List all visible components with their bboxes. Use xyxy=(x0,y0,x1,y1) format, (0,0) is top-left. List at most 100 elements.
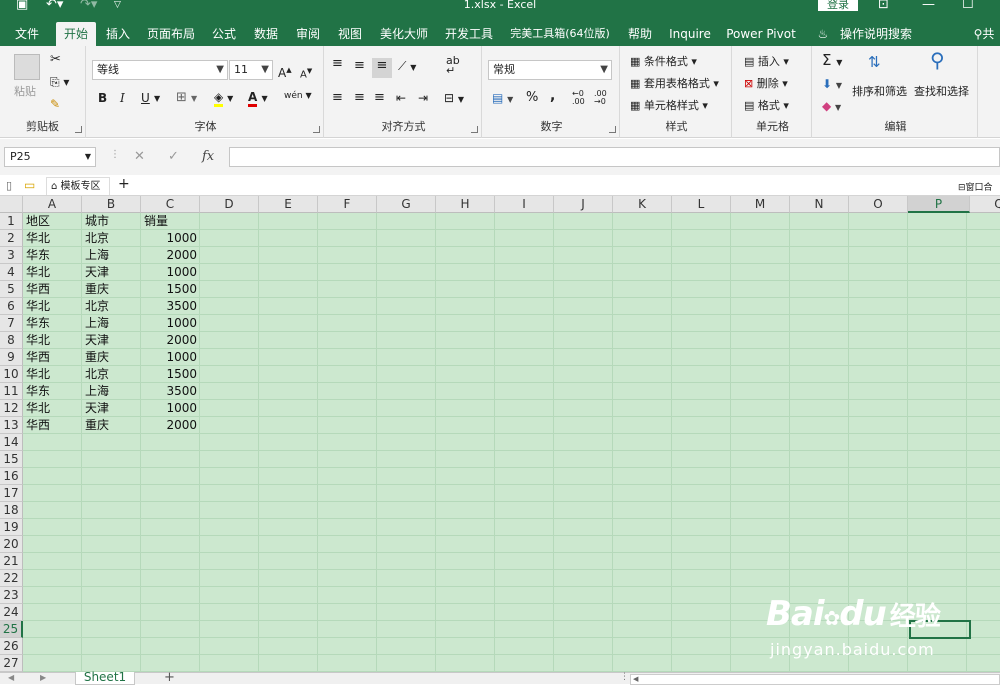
table-cell[interactable]: 2000 xyxy=(141,417,200,434)
formula-input[interactable] xyxy=(229,147,1000,167)
table-cell[interactable]: 华东 xyxy=(23,383,82,400)
align-center-icon[interactable]: ≡ xyxy=(354,90,365,106)
column-header-b[interactable]: B xyxy=(82,196,141,213)
table-cell[interactable]: 华北 xyxy=(23,332,82,349)
maximize-icon[interactable]: ☐ xyxy=(962,0,974,12)
new-document-icon[interactable]: ▯ xyxy=(6,179,12,192)
column-header-i[interactable]: I xyxy=(495,196,554,213)
sort-filter-button[interactable]: 排序和筛选 xyxy=(852,84,907,100)
table-cell[interactable]: 重庆 xyxy=(82,281,141,298)
ribbon-display-icon[interactable]: ⊡ xyxy=(878,0,889,12)
table-cell[interactable]: 北京 xyxy=(82,366,141,383)
tab-review[interactable]: 审阅 xyxy=(290,22,326,46)
wrap-text-icon[interactable]: ab ↵ xyxy=(446,55,460,76)
tab-formulas[interactable]: 公式 xyxy=(206,22,242,46)
paste-icon[interactable] xyxy=(14,54,40,80)
tab-home[interactable]: 开始 xyxy=(56,22,96,46)
fill-color-icon[interactable]: ◈ ▼ xyxy=(214,89,233,107)
align-left-icon[interactable]: ≡ xyxy=(332,90,343,106)
tab-page-layout[interactable]: 页面布局 xyxy=(142,22,200,46)
row-header-17[interactable]: 17 xyxy=(0,485,23,502)
column-header-p[interactable]: P xyxy=(908,196,970,213)
delete-cells-button[interactable]: ⊠ 删除 ▾ xyxy=(744,76,788,92)
row-header-14[interactable]: 14 xyxy=(0,434,23,451)
row-header-25[interactable]: 25 xyxy=(0,621,23,638)
tab-developer[interactable]: 开发工具 xyxy=(440,22,498,46)
worksheet[interactable]: A B C D E F G H I J K L M N O P Q 1 2 3 … xyxy=(0,196,1000,672)
window-merge-button[interactable]: ⊟窗口合 xyxy=(958,180,993,193)
row-header-13[interactable]: 13 xyxy=(0,417,23,434)
increase-decimal-icon[interactable]: ←0.00 xyxy=(572,90,585,106)
table-cell[interactable]: 天津 xyxy=(82,332,141,349)
increase-indent-icon[interactable]: ⇥ xyxy=(418,90,428,106)
table-cell[interactable]: 1000 xyxy=(141,230,200,247)
format-painter-icon[interactable]: ✎ xyxy=(50,96,60,112)
cell-b1[interactable]: 城市 xyxy=(82,213,141,230)
table-cell[interactable]: 1000 xyxy=(141,400,200,417)
font-color-button[interactable]: A ▼ xyxy=(248,89,268,107)
sheet-tab-sheet1[interactable]: Sheet1 xyxy=(75,671,135,685)
table-cell[interactable]: 1000 xyxy=(141,264,200,281)
bold-button[interactable]: B xyxy=(98,90,107,106)
font-size-select[interactable]: 11 ▼ xyxy=(229,60,273,80)
number-launcher-icon[interactable] xyxy=(609,126,616,133)
add-sheet-button[interactable]: + xyxy=(164,670,175,685)
template-tab[interactable]: ⌂ 模板专区 xyxy=(46,177,110,195)
row-header-5[interactable]: 5 xyxy=(0,281,23,298)
column-header-h[interactable]: H xyxy=(436,196,495,213)
align-top-icon[interactable]: ≡ xyxy=(332,56,343,72)
table-cell[interactable]: 1000 xyxy=(141,315,200,332)
tell-me-search[interactable]: 操作说明搜索 xyxy=(836,22,916,46)
row-header-23[interactable]: 23 xyxy=(0,587,23,604)
cut-icon[interactable]: ✂ xyxy=(50,52,61,68)
column-header-f[interactable]: F xyxy=(318,196,377,213)
column-header-c[interactable]: C xyxy=(141,196,200,213)
fill-icon[interactable]: ⬇ ▼ xyxy=(822,76,842,94)
alignment-launcher-icon[interactable] xyxy=(471,126,478,133)
name-box[interactable]: P25 ▼ xyxy=(4,147,96,167)
insert-function-icon[interactable]: fx xyxy=(202,149,214,164)
phonetic-button[interactable]: wén ▼ xyxy=(284,88,312,104)
table-cell[interactable]: 重庆 xyxy=(82,417,141,434)
row-header-19[interactable]: 19 xyxy=(0,519,23,536)
row-header-21[interactable]: 21 xyxy=(0,553,23,570)
table-cell[interactable]: 天津 xyxy=(82,400,141,417)
copy-icon[interactable]: ⎘ ▾ xyxy=(50,74,69,90)
table-cell[interactable]: 3500 xyxy=(141,298,200,315)
column-header-k[interactable]: K xyxy=(613,196,672,213)
tab-inquire[interactable]: Inquire xyxy=(664,22,716,46)
format-table-button[interactable]: ▦ 套用表格格式 ▾ xyxy=(630,76,719,92)
find-icon[interactable]: ⚲ xyxy=(930,50,945,70)
underline-button[interactable]: U xyxy=(141,90,150,106)
merge-center-icon[interactable]: ⊟ ▼ xyxy=(444,90,464,108)
tab-insert[interactable]: 插入 xyxy=(100,22,136,46)
prev-sheet-icon[interactable]: ◀ xyxy=(8,673,14,682)
table-cell[interactable]: 华东 xyxy=(23,315,82,332)
table-cell[interactable]: 1500 xyxy=(141,366,200,383)
new-tab-button[interactable]: + xyxy=(118,176,130,192)
table-cell[interactable]: 上海 xyxy=(82,383,141,400)
row-header-15[interactable]: 15 xyxy=(0,451,23,468)
cancel-icon[interactable]: ✕ xyxy=(134,149,145,164)
table-cell[interactable]: 1500 xyxy=(141,281,200,298)
column-header-l[interactable]: L xyxy=(672,196,731,213)
row-header-12[interactable]: 12 xyxy=(0,400,23,417)
tab-toolbox[interactable]: 完美工具箱(64位版) xyxy=(504,22,616,46)
align-bottom-icon[interactable]: ≡ xyxy=(372,58,392,78)
share-button[interactable]: ⚲共 xyxy=(968,22,1000,46)
row-header-20[interactable]: 20 xyxy=(0,536,23,553)
number-format-select[interactable]: 常规 ▼ xyxy=(488,60,612,80)
decrease-indent-icon[interactable]: ⇤ xyxy=(396,90,406,106)
column-header-o[interactable]: O xyxy=(849,196,908,213)
table-cell[interactable]: 华北 xyxy=(23,230,82,247)
scroll-left-icon[interactable]: ◀ xyxy=(633,675,638,683)
column-header-n[interactable]: N xyxy=(790,196,849,213)
decrease-font-button[interactable]: A▼ xyxy=(300,63,312,83)
login-button[interactable]: 登录 xyxy=(818,0,858,11)
enter-icon[interactable]: ✓ xyxy=(168,149,179,164)
align-middle-icon[interactable]: ≡ xyxy=(354,58,365,74)
clear-icon[interactable]: ◆ ▼ xyxy=(822,98,841,116)
tab-data[interactable]: 数据 xyxy=(248,22,284,46)
font-launcher-icon[interactable] xyxy=(313,126,320,133)
table-cell[interactable]: 2000 xyxy=(141,332,200,349)
